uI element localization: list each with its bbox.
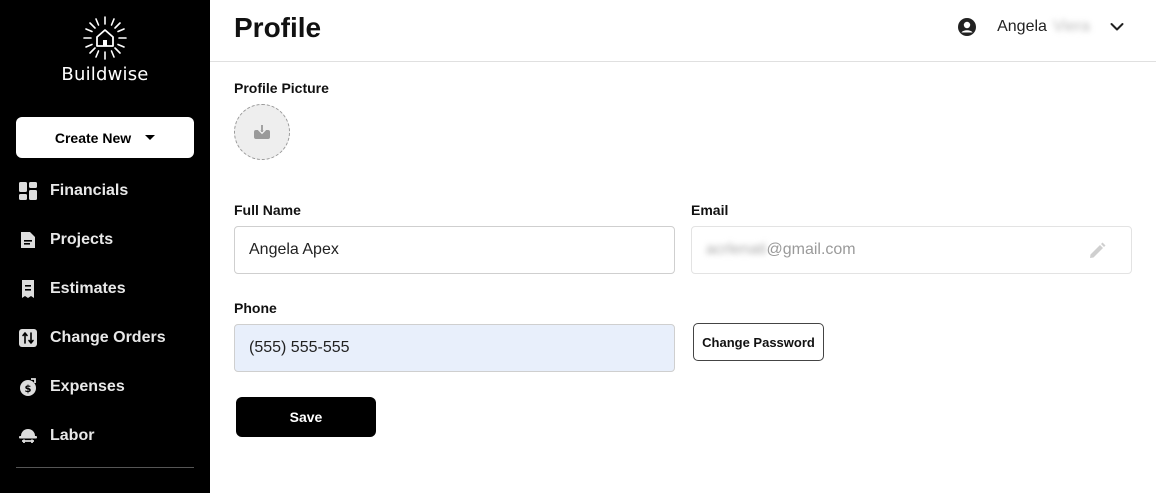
email-local-part: acrlenati xyxy=(706,241,767,258)
hard-hat-icon xyxy=(18,426,38,446)
brand-name: Buildwise xyxy=(61,64,149,85)
full-name-label: Full Name xyxy=(234,202,301,218)
document-icon xyxy=(18,230,38,250)
sidebar-nav: Financials Projects Estimates Change Ord… xyxy=(0,166,210,460)
upload-tray-icon xyxy=(254,124,270,139)
swap-arrows-icon xyxy=(18,328,38,348)
sidebar-item-financials[interactable]: Financials xyxy=(0,166,210,215)
app-root: Buildwise Create New Financials Projects xyxy=(0,0,1156,493)
full-name-input[interactable] xyxy=(234,226,675,274)
money-bag-icon: $ xyxy=(18,377,38,397)
user-last-name: Viera xyxy=(1052,18,1090,35)
email-field[interactable]: acrlenati @gmail.com xyxy=(691,226,1132,274)
sidebar-divider xyxy=(16,467,194,468)
page-header: Profile Angela Viera xyxy=(210,0,1156,62)
phone-input[interactable] xyxy=(234,324,675,372)
profile-picture-label: Profile Picture xyxy=(234,80,329,96)
chevron-down-icon xyxy=(1110,23,1124,31)
dashboard-grid-icon xyxy=(18,181,38,201)
sidebar-item-expenses[interactable]: $ Expenses xyxy=(0,362,210,411)
sidebar-item-label: Estimates xyxy=(50,279,126,297)
svg-text:$: $ xyxy=(25,384,32,395)
change-password-button[interactable]: Change Password xyxy=(693,323,824,361)
sidebar: Buildwise Create New Financials Projects xyxy=(0,0,210,493)
save-button[interactable]: Save xyxy=(236,397,376,437)
sidebar-item-label: Change Orders xyxy=(50,328,166,346)
sidebar-item-labor[interactable]: Labor xyxy=(0,411,210,460)
sidebar-item-change-orders[interactable]: Change Orders xyxy=(0,313,210,362)
create-new-button[interactable]: Create New xyxy=(16,117,194,158)
sidebar-item-estimates[interactable]: Estimates xyxy=(0,264,210,313)
caret-down-icon xyxy=(145,135,156,140)
account-circle-icon xyxy=(958,18,977,36)
sidebar-item-label: Labor xyxy=(50,426,95,444)
sidebar-item-label: Expenses xyxy=(50,377,125,395)
brand-logo[interactable]: Buildwise xyxy=(0,14,210,85)
user-menu[interactable]: Angela Viera xyxy=(957,17,1124,37)
phone-label: Phone xyxy=(234,300,277,316)
sunburst-house-icon xyxy=(83,16,127,60)
user-first-name: Angela xyxy=(997,18,1047,35)
profile-picture-upload[interactable] xyxy=(234,104,290,160)
receipt-icon xyxy=(18,279,38,299)
page-title: Profile xyxy=(234,12,322,43)
pencil-edit-icon[interactable] xyxy=(1087,241,1107,261)
create-new-label: Create New xyxy=(54,129,132,146)
sidebar-item-projects[interactable]: Projects xyxy=(0,215,210,264)
sidebar-item-label: Financials xyxy=(50,181,129,199)
email-label: Email xyxy=(691,202,729,218)
email-domain: @gmail.com xyxy=(766,241,856,258)
sidebar-item-label: Projects xyxy=(50,230,114,248)
